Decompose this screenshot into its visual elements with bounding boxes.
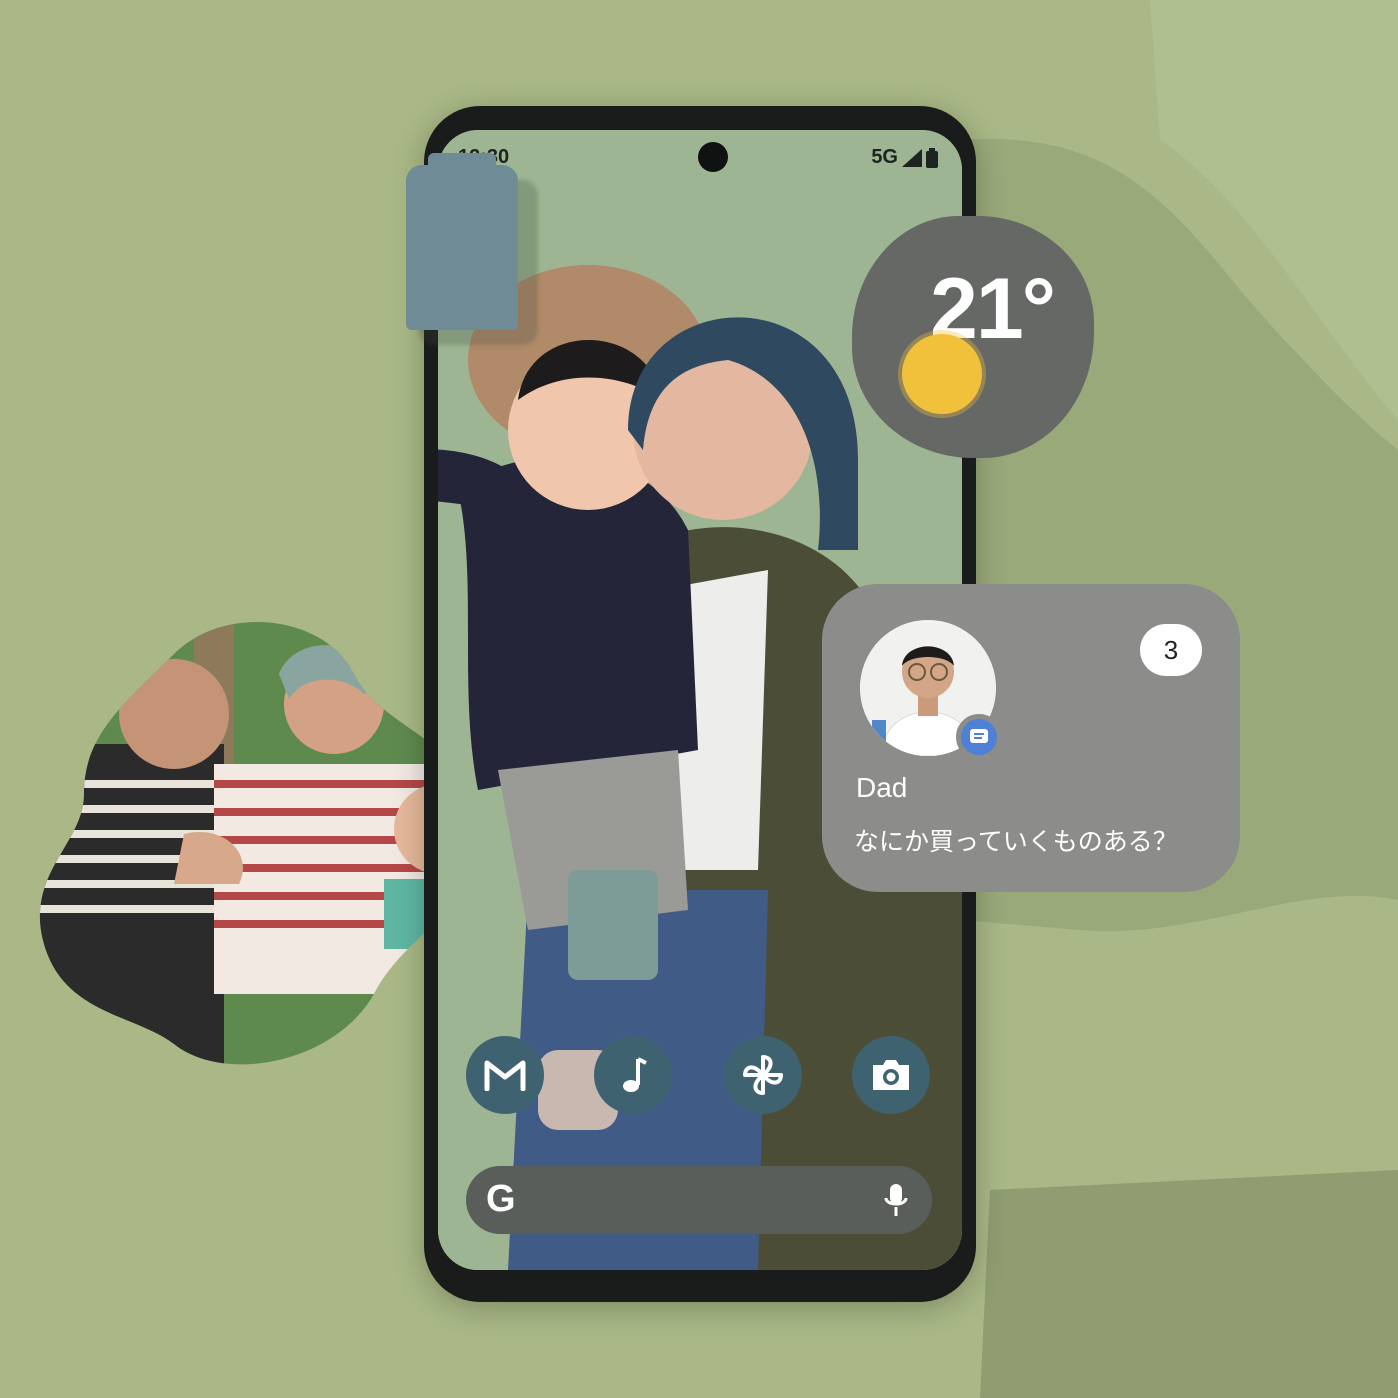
battery-icon bbox=[926, 147, 938, 168]
messages-icon bbox=[956, 714, 1002, 760]
camera-app-icon[interactable] bbox=[852, 1036, 930, 1114]
front-camera bbox=[698, 142, 728, 172]
message-preview: なにか買っていくものある？ bbox=[854, 828, 1178, 856]
gmail-icon bbox=[484, 1060, 526, 1091]
camera-icon bbox=[873, 1060, 909, 1090]
mic-icon[interactable] bbox=[884, 1182, 908, 1218]
weather-widget[interactable]: 21° bbox=[852, 216, 1094, 458]
gmail-app-icon[interactable] bbox=[466, 1036, 544, 1114]
music-app-icon[interactable] bbox=[594, 1036, 672, 1114]
network-label: 5G bbox=[871, 146, 898, 168]
conversation-widget[interactable]: 3 Dad なにか買っていくものある？ bbox=[822, 584, 1240, 892]
unread-count-badge: 3 bbox=[1140, 624, 1202, 676]
music-note-icon bbox=[623, 1057, 647, 1092]
sun-icon bbox=[902, 334, 982, 414]
google-logo: G bbox=[486, 1178, 516, 1220]
contact-name: Dad bbox=[856, 772, 908, 803]
signal-icon bbox=[902, 148, 922, 167]
status-network: 5G bbox=[871, 146, 938, 169]
photos-app-icon[interactable] bbox=[724, 1036, 802, 1114]
battery-widget[interactable] bbox=[406, 153, 518, 330]
search-bar[interactable]: G bbox=[466, 1166, 932, 1234]
pinwheel-icon bbox=[743, 1055, 783, 1095]
